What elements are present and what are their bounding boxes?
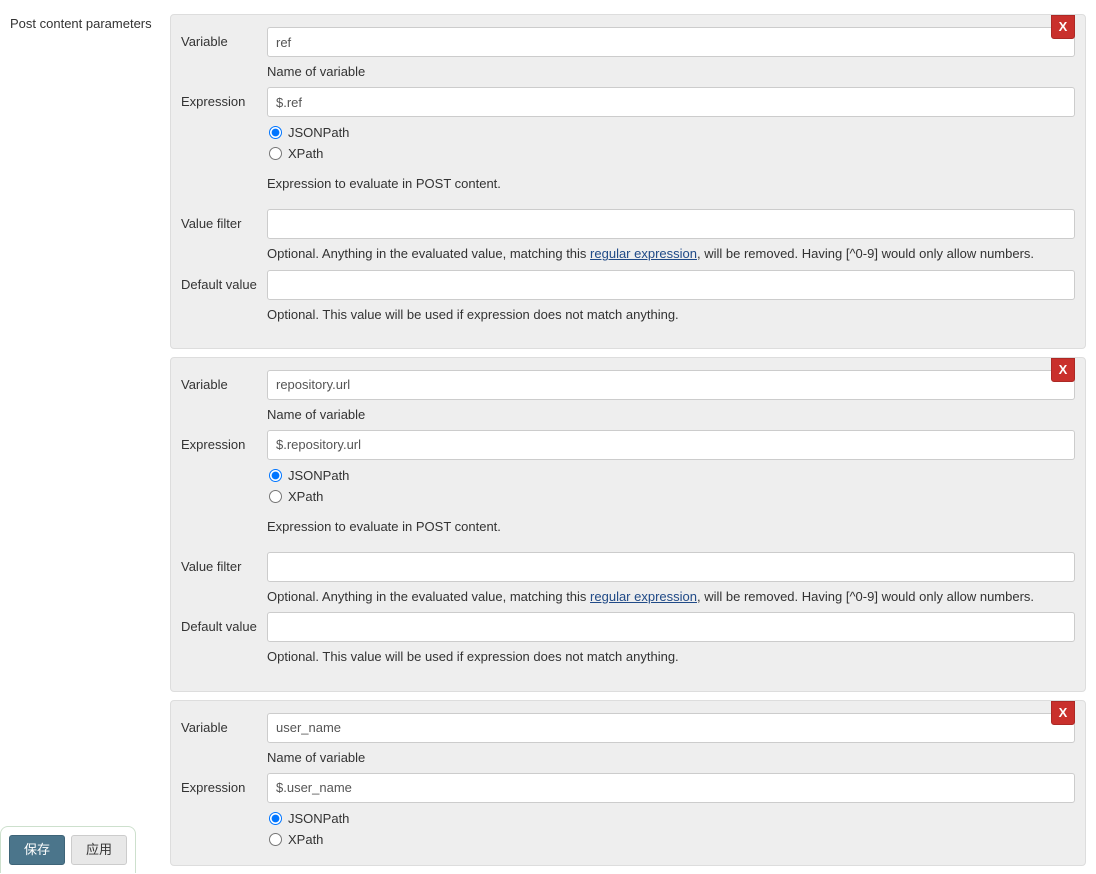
default-value-label: Default value [181, 612, 267, 634]
default-value-help: Optional. This value will be used if exp… [267, 648, 1075, 666]
value-filter-help-prefix: Optional. Anything in the evaluated valu… [267, 589, 590, 604]
default-value-input[interactable] [267, 270, 1075, 300]
expression-help: Expression to evaluate in POST content. [267, 518, 1075, 536]
jsonpath-radio[interactable] [269, 469, 282, 482]
jsonpath-radio-label: JSONPath [288, 125, 349, 140]
apply-button[interactable]: 应用 [71, 835, 127, 865]
expression-input[interactable] [267, 773, 1075, 803]
parameter-block: X Variable Name of variable Expression J… [170, 14, 1086, 349]
variable-label: Variable [181, 713, 267, 735]
value-filter-help: Optional. Anything in the evaluated valu… [267, 588, 1075, 606]
jsonpath-radio-label: JSONPath [288, 811, 349, 826]
save-button[interactable]: 保存 [9, 835, 65, 865]
delete-button[interactable]: X [1051, 358, 1075, 382]
jsonpath-radio[interactable] [269, 126, 282, 139]
expression-input[interactable] [267, 430, 1075, 460]
variable-help: Name of variable [267, 749, 1075, 767]
jsonpath-radio-label: JSONPath [288, 468, 349, 483]
variable-help: Name of variable [267, 406, 1075, 424]
footer-actions: 保存 应用 [0, 826, 136, 873]
parameters-container: X Variable Name of variable Expression J… [170, 14, 1086, 874]
expression-label: Expression [181, 87, 267, 109]
regex-link[interactable]: regular expression [590, 589, 697, 604]
default-value-label: Default value [181, 270, 267, 292]
expression-help: Expression to evaluate in POST content. [267, 175, 1075, 193]
xpath-radio[interactable] [269, 833, 282, 846]
default-value-help: Optional. This value will be used if exp… [267, 306, 1075, 324]
variable-input[interactable] [267, 713, 1075, 743]
value-filter-label: Value filter [181, 552, 267, 574]
delete-button[interactable]: X [1051, 15, 1075, 39]
parameter-block: X Variable Name of variable Expression J… [170, 700, 1086, 866]
xpath-radio[interactable] [269, 490, 282, 503]
xpath-radio[interactable] [269, 147, 282, 160]
variable-label: Variable [181, 370, 267, 392]
value-filter-help-prefix: Optional. Anything in the evaluated valu… [267, 246, 590, 261]
default-value-input[interactable] [267, 612, 1075, 642]
jsonpath-radio[interactable] [269, 812, 282, 825]
value-filter-input[interactable] [267, 552, 1075, 582]
value-filter-help-suffix: , will be removed. Having [^0-9] would o… [697, 246, 1034, 261]
variable-label: Variable [181, 27, 267, 49]
expression-input[interactable] [267, 87, 1075, 117]
value-filter-label: Value filter [181, 209, 267, 231]
variable-input[interactable] [267, 370, 1075, 400]
xpath-radio-label: XPath [288, 146, 323, 161]
value-filter-input[interactable] [267, 209, 1075, 239]
xpath-radio-label: XPath [288, 489, 323, 504]
variable-help: Name of variable [267, 63, 1075, 81]
regex-link[interactable]: regular expression [590, 246, 697, 261]
variable-input[interactable] [267, 27, 1075, 57]
value-filter-help-suffix: , will be removed. Having [^0-9] would o… [697, 589, 1034, 604]
value-filter-help: Optional. Anything in the evaluated valu… [267, 245, 1075, 263]
delete-button[interactable]: X [1051, 701, 1075, 725]
parameter-block: X Variable Name of variable Expression J… [170, 357, 1086, 692]
expression-label: Expression [181, 773, 267, 795]
xpath-radio-label: XPath [288, 832, 323, 847]
expression-label: Expression [181, 430, 267, 452]
section-title: Post content parameters [10, 14, 170, 31]
